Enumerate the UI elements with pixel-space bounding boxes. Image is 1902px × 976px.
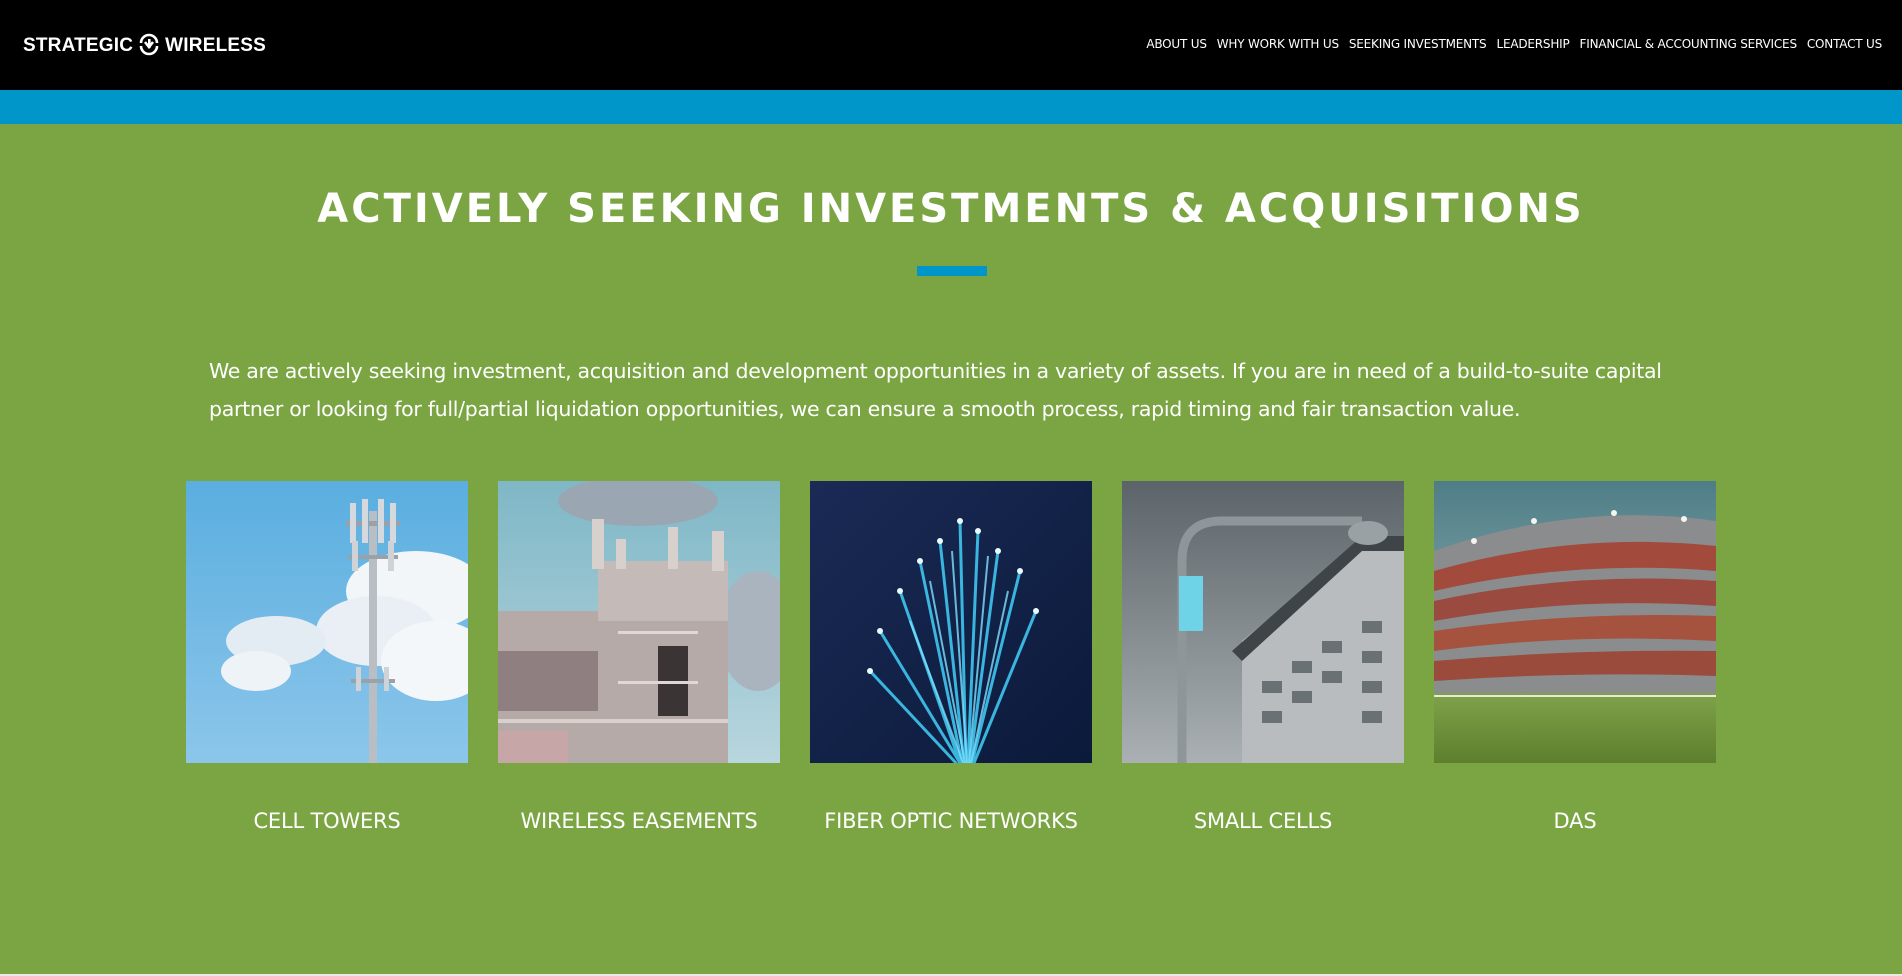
asset-label: FIBER OPTIC NETWORKS	[824, 809, 1078, 833]
nav-seeking-investments[interactable]: SEEKING INVESTMENTS	[1349, 37, 1487, 51]
asset-label: CELL TOWERS	[253, 809, 401, 833]
streetlight-small-cell-photo	[1122, 481, 1404, 763]
logo-mark-icon	[139, 33, 159, 56]
asset-label: SMALL CELLS	[1193, 809, 1333, 833]
page-title: ACTIVELY SEEKING INVESTMENTS & ACQUISITI…	[317, 186, 1585, 232]
rooftop-antennas-photo	[498, 481, 780, 763]
asset-card-wireless-easements[interactable]: WIRELESS EASEMENTS	[498, 481, 780, 833]
asset-card-cell-towers[interactable]: CELL TOWERS	[186, 481, 468, 833]
fiber-optic-photo	[810, 481, 1092, 763]
asset-card-das[interactable]: DAS	[1434, 481, 1716, 833]
brand-logo[interactable]: STRATEGIC WIRELESS	[23, 33, 266, 59]
accent-band	[0, 90, 1902, 124]
asset-card-small-cells[interactable]: SMALL CELLS	[1122, 481, 1404, 833]
asset-label: WIRELESS EASEMENTS	[520, 809, 758, 833]
title-divider	[917, 266, 987, 276]
nav-contact-us[interactable]: CONTACT US	[1807, 37, 1882, 51]
nav-why-work-with-us[interactable]: WHY WORK WITH US	[1217, 37, 1339, 51]
asset-label: DAS	[1553, 809, 1597, 833]
brand-name-left: STRATEGIC	[23, 35, 134, 56]
brand-name-right: WIRELESS	[165, 35, 267, 56]
main-nav: ABOUT US WHY WORK WITH US SEEKING INVEST…	[1146, 37, 1882, 51]
nav-financial-accounting-services[interactable]: FINANCIAL & ACCOUNTING SERVICES	[1580, 37, 1798, 51]
site-header: STRATEGIC WIRELESS ABOUT US WHY WORK WIT…	[0, 0, 1902, 90]
stadium-photo	[1434, 481, 1716, 763]
asset-card-fiber-optic-networks[interactable]: FIBER OPTIC NETWORKS	[810, 481, 1092, 833]
nav-about-us[interactable]: ABOUT US	[1146, 37, 1207, 51]
nav-leadership[interactable]: LEADERSHIP	[1496, 37, 1569, 51]
intro-paragraph: We are actively seeking investment, acqu…	[209, 359, 1662, 421]
cell-tower-photo	[186, 481, 468, 763]
